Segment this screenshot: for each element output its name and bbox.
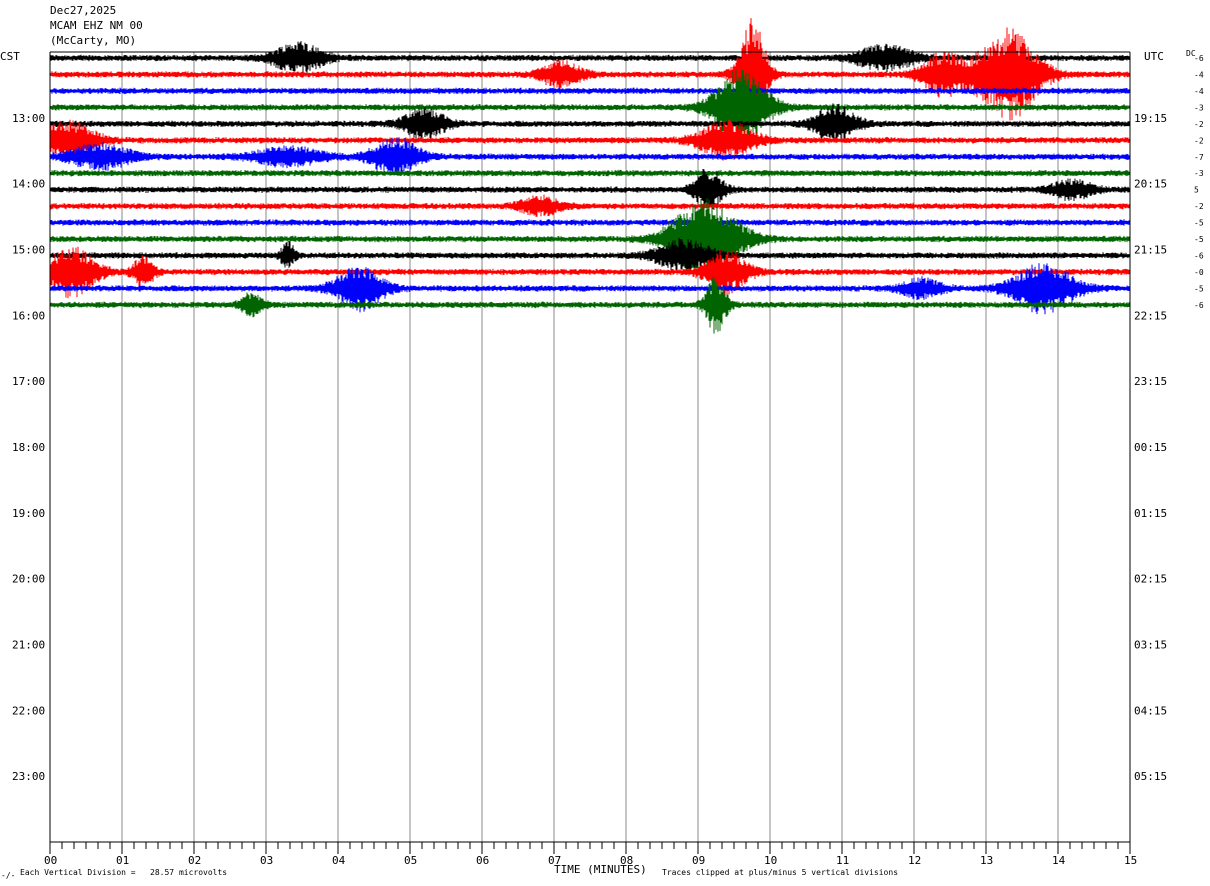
x-tick-label: 13 xyxy=(980,854,993,867)
trace-13 xyxy=(49,237,1131,273)
trace-7 xyxy=(49,137,1131,176)
dc-offset-label: -6 xyxy=(1194,252,1204,261)
x-tick-label: 11 xyxy=(836,854,849,867)
dc-offset-label: -7 xyxy=(1194,153,1204,162)
dc-offset-label: -5 xyxy=(1194,235,1204,244)
right-hour-label: 02:15 xyxy=(1134,573,1167,586)
left-hour-label: 15:00 xyxy=(12,244,45,257)
dc-offset-label: -2 xyxy=(1194,136,1204,145)
left-hour-label: 17:00 xyxy=(12,375,45,388)
trace-16 xyxy=(49,276,1131,334)
x-tick-label: 15 xyxy=(1124,854,1137,867)
right-hour-label: 04:15 xyxy=(1134,704,1167,717)
dc-offset-label: 5 xyxy=(1194,186,1199,195)
x-tick-label: 03 xyxy=(260,854,273,867)
dc-offset-label: -2 xyxy=(1194,202,1204,211)
dc-offset-label: -5 xyxy=(1194,219,1204,228)
left-hour-label: 20:00 xyxy=(12,573,45,586)
x-tick-label: 06 xyxy=(476,854,489,867)
trace-11 xyxy=(49,219,1131,226)
trace-8 xyxy=(49,169,1131,177)
left-hour-label: 21:00 xyxy=(12,639,45,652)
corner-mark: -∕- xyxy=(1,871,15,880)
dc-offset-label: -4 xyxy=(1194,70,1204,79)
left-hour-label: 22:00 xyxy=(12,704,45,717)
left-hour-label: 23:00 xyxy=(12,770,45,783)
dc-offset-label: -0 xyxy=(1194,268,1204,277)
clip-note: Traces clipped at plus/minus 5 vertical … xyxy=(662,868,898,877)
right-hour-label: 03:15 xyxy=(1134,639,1167,652)
dc-offset-label: -3 xyxy=(1194,103,1204,112)
right-hour-label: 23:15 xyxy=(1134,375,1167,388)
x-tick-label: 05 xyxy=(404,854,417,867)
x-tick-label: 14 xyxy=(1052,854,1066,867)
x-tick-label: 02 xyxy=(188,854,201,867)
x-axis-title: TIME (MINUTES) xyxy=(554,863,647,876)
dc-offset-label: -5 xyxy=(1194,284,1204,293)
dc-offset-label: -2 xyxy=(1194,120,1204,129)
right-hour-label: 20:15 xyxy=(1134,178,1167,191)
x-tick-label: 04 xyxy=(332,854,346,867)
x-tick-label: 09 xyxy=(692,854,705,867)
dc-offset-label: -6 xyxy=(1194,301,1204,310)
seismic-traces xyxy=(49,18,1131,334)
left-hour-label: 16:00 xyxy=(12,309,45,322)
left-timezone-label: CST xyxy=(0,50,20,63)
right-hour-label: 01:15 xyxy=(1134,507,1167,520)
right-timezone-label: UTC xyxy=(1144,50,1164,63)
trace-12 xyxy=(49,198,1131,281)
dc-offset-label: -3 xyxy=(1194,169,1204,178)
helicorder-plot: 00 01 02 03 04 05 06 07 08 09 10 11 12 13 14 1513:0014:… xyxy=(0,18,1204,880)
right-hour-label: 05:15 xyxy=(1134,770,1167,783)
left-hour-label: 13:00 xyxy=(12,112,45,125)
dc-header: DC xyxy=(1186,49,1196,58)
left-hour-label: 18:00 xyxy=(12,441,45,454)
left-hour-label: 14:00 xyxy=(12,178,45,191)
x-tick-label: 12 xyxy=(908,854,921,867)
scale-note: Each Vertical Division = 28.57 microvolt… xyxy=(20,868,227,877)
x-tick-label: 10 xyxy=(764,854,777,867)
trace-2 xyxy=(49,18,1131,128)
x-tick-label: 01 xyxy=(116,854,129,867)
trace-3 xyxy=(49,87,1131,95)
left-hour-label: 19:00 xyxy=(12,507,45,520)
right-hour-label: 00:15 xyxy=(1134,441,1167,454)
right-hour-label: 21:15 xyxy=(1134,244,1167,257)
right-hour-label: 19:15 xyxy=(1134,112,1167,125)
dc-offset-label: -4 xyxy=(1194,87,1204,96)
trace-10 xyxy=(49,194,1131,217)
right-hour-label: 22:15 xyxy=(1134,309,1167,322)
x-tick-label: 00 xyxy=(44,854,57,867)
